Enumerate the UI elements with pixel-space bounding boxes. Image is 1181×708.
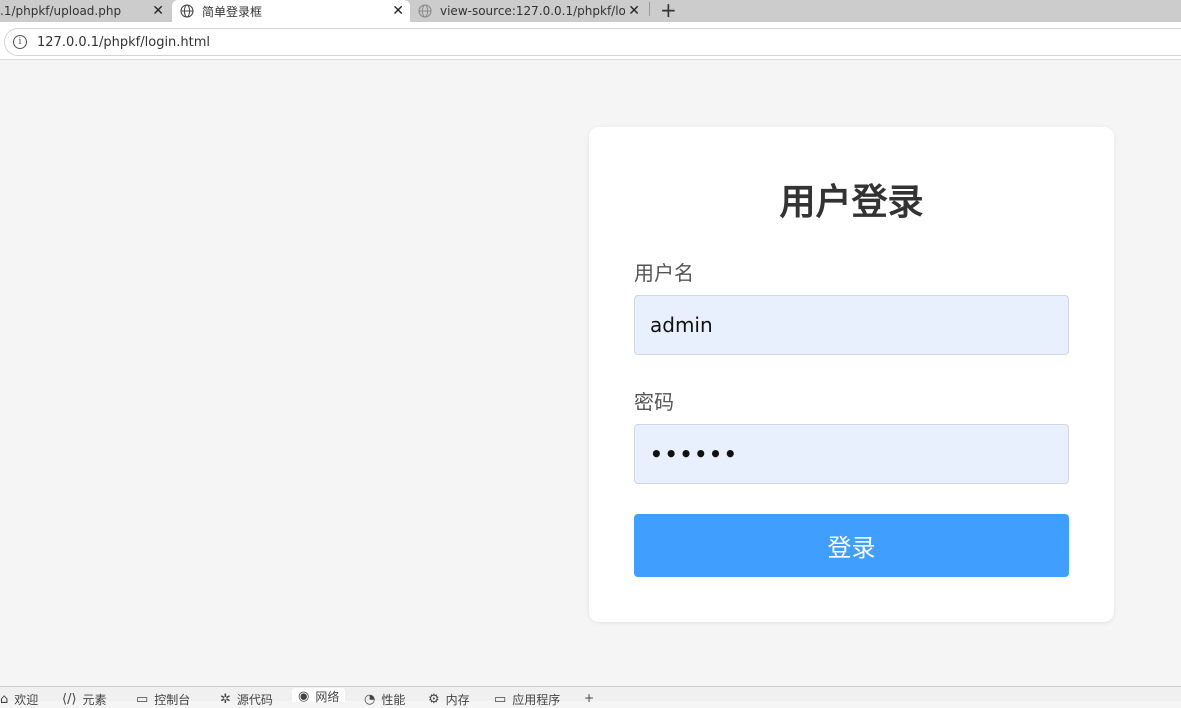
devtools-tab-label: 源代码 xyxy=(236,693,273,707)
browser-toolbar: i 127.0.0.1/phpkf/login.html xyxy=(0,22,1181,60)
close-icon[interactable]: ✕ xyxy=(628,0,640,22)
devtools-tab-sources[interactable]: ✲ 源代码 xyxy=(220,691,273,708)
devtools-tab-welcome[interactable]: ⌂ 欢迎 xyxy=(0,691,38,708)
devtools-tab-console[interactable]: ▭ 控制台 xyxy=(136,691,190,708)
home-icon: ⌂ xyxy=(0,692,9,707)
devtools-add-tab-icon[interactable]: + xyxy=(584,691,594,705)
tab-upload[interactable]: .1/phpkf/upload.php ✕ xyxy=(0,0,170,22)
close-icon[interactable]: ✕ xyxy=(392,0,404,22)
username-input[interactable]: admin xyxy=(634,295,1069,355)
tab-view-source[interactable]: view-source:127.0.0.1/phpkf/login. ✕ xyxy=(412,0,646,22)
devtools-tab-label: 性能 xyxy=(381,693,406,707)
performance-icon: ◔ xyxy=(364,692,376,707)
bug-icon: ✲ xyxy=(220,692,231,707)
memory-icon: ⚙ xyxy=(428,692,440,707)
globe-icon xyxy=(180,4,194,18)
address-url[interactable]: 127.0.0.1/phpkf/login.html xyxy=(37,35,210,50)
devtools-tab-label: 元素 xyxy=(82,693,107,707)
username-label: 用户名 xyxy=(634,261,694,285)
devtools-tab-label: 内存 xyxy=(445,693,470,707)
browser-tab-strip: .1/phpkf/upload.php ✕ 简单登录框 ✕ view-sourc… xyxy=(0,0,1181,22)
devtools-tab-elements[interactable]: ⟨/⟩ 元素 xyxy=(62,691,107,708)
devtools-tab-label: 欢迎 xyxy=(14,693,39,707)
tab-login[interactable]: 简单登录框 ✕ xyxy=(172,0,410,22)
devtools-tab-label: 应用程序 xyxy=(512,693,561,707)
devtools-tab-network[interactable]: ◉ 网络 xyxy=(292,688,346,704)
new-tab-icon[interactable]: + xyxy=(660,0,677,22)
tab-label: .1/phpkf/upload.php xyxy=(0,4,122,18)
password-label: 密码 xyxy=(634,390,674,414)
tab-label: view-source:127.0.0.1/phpkf/login. xyxy=(440,4,625,18)
application-icon: ▭ xyxy=(494,692,507,707)
page-viewport: 用户登录 用户名 admin 密码 •••••• 登录 xyxy=(0,60,1181,686)
login-button[interactable]: 登录 xyxy=(634,514,1069,577)
tab-label: 简单登录框 xyxy=(202,4,263,19)
close-icon[interactable]: ✕ xyxy=(152,0,164,22)
password-input[interactable]: •••••• xyxy=(634,424,1069,484)
devtools-tab-label: 控制台 xyxy=(154,693,191,707)
network-icon: ◉ xyxy=(298,689,310,704)
elements-icon: ⟨/⟩ xyxy=(62,692,77,707)
devtools-tab-performance[interactable]: ◔ 性能 xyxy=(364,691,405,708)
devtools-tab-strip: ⌂ 欢迎 ⟨/⟩ 元素 ▭ 控制台 ✲ 源代码 ◉ 网络 ◔ 性能 ⚙ 内存 ▭… xyxy=(0,686,1181,707)
tab-separator xyxy=(649,2,650,16)
address-bar[interactable]: i 127.0.0.1/phpkf/login.html xyxy=(4,28,1181,56)
login-title: 用户登录 xyxy=(779,182,924,223)
globe-icon xyxy=(418,4,432,18)
login-card: 用户登录 用户名 admin 密码 •••••• 登录 xyxy=(589,127,1114,622)
info-icon[interactable]: i xyxy=(13,35,27,49)
console-icon: ▭ xyxy=(136,692,149,707)
devtools-tab-application[interactable]: ▭ 应用程序 xyxy=(494,691,560,708)
devtools-tab-memory[interactable]: ⚙ 内存 xyxy=(428,691,470,708)
devtools-tab-label: 网络 xyxy=(315,690,340,704)
